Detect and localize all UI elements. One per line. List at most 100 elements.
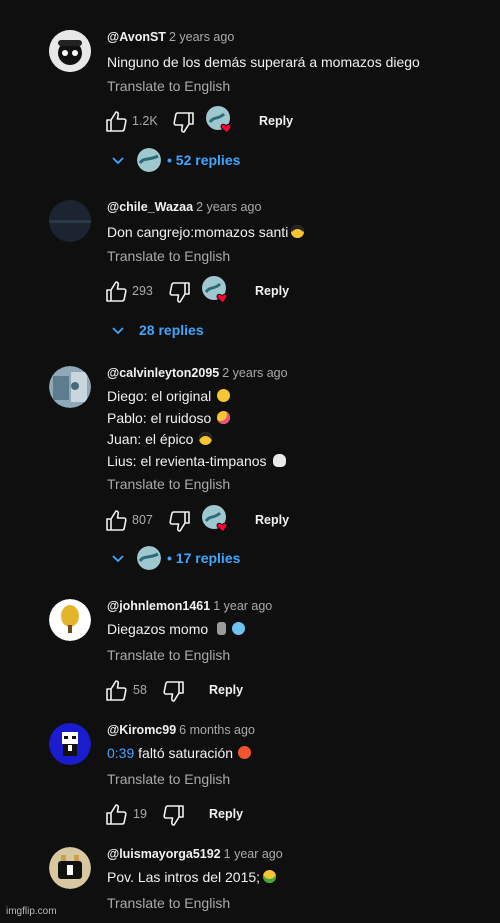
like-icon[interactable] bbox=[104, 509, 128, 533]
comment-item: @johnlemon1461 1 year ago Diegazos momo T… bbox=[0, 599, 500, 704]
comment-meta: @johnlemon1461 1 year ago bbox=[107, 599, 272, 613]
reply-button[interactable]: Reply bbox=[209, 683, 243, 697]
avatar[interactable] bbox=[49, 30, 91, 72]
comment-text: Diegazos momo bbox=[107, 619, 246, 641]
replies-toggle[interactable]: • 17 replies bbox=[110, 546, 360, 570]
dislike-icon[interactable] bbox=[168, 509, 192, 533]
comment-author[interactable]: @Kiromc99 bbox=[107, 723, 176, 737]
chevron-down-icon bbox=[112, 157, 124, 165]
avatar[interactable] bbox=[49, 599, 91, 641]
comment-actions: 19 Reply bbox=[104, 803, 404, 831]
like-count: 807 bbox=[132, 513, 153, 527]
reply-button[interactable]: Reply bbox=[209, 807, 243, 821]
comment-meta: @Kiromc99 6 months ago bbox=[107, 723, 255, 737]
timestamp-link[interactable]: 0:39 bbox=[107, 745, 134, 761]
comment-author[interactable]: @AvonST bbox=[107, 30, 166, 44]
comment-line: Don cangrejo:momazos santi bbox=[107, 222, 305, 244]
replies-toggle[interactable]: • 52 replies bbox=[110, 148, 360, 172]
comment-actions: 58 Reply bbox=[104, 679, 404, 707]
comment-text: Ninguno de los demás superará a momazos … bbox=[107, 52, 420, 74]
dislike-icon[interactable] bbox=[172, 110, 196, 134]
comment-line: 0:39 faltó saturación bbox=[107, 743, 252, 765]
comment-line: Diego: el original bbox=[107, 386, 286, 408]
like-icon[interactable] bbox=[104, 679, 128, 703]
comment-author[interactable]: @johnlemon1461 bbox=[107, 599, 210, 613]
comment-time[interactable]: 6 months ago bbox=[179, 723, 255, 737]
reply-avatar bbox=[137, 148, 161, 172]
reply-avatar bbox=[137, 546, 161, 570]
moai-emoji-icon bbox=[217, 622, 227, 635]
reply-button[interactable]: Reply bbox=[255, 284, 289, 298]
dislike-icon[interactable] bbox=[162, 803, 186, 827]
like-count: 1.2K bbox=[132, 114, 158, 128]
comment-actions: 807 Reply bbox=[104, 505, 404, 537]
comment-author[interactable]: @chile_Wazaa bbox=[107, 200, 193, 214]
comment-item: @AvonST 2 years ago Ninguno de los demás … bbox=[0, 30, 500, 180]
cold-face-emoji-icon bbox=[232, 622, 246, 635]
reply-button[interactable]: Reply bbox=[259, 114, 293, 128]
sunglasses-emoji-icon bbox=[291, 225, 305, 238]
comment-line: Pov. Las intros del 2015; bbox=[107, 867, 277, 889]
comment-text: Diego: el original Pablo: el ruidoso Jua… bbox=[107, 386, 286, 472]
comment-text: Pov. Las intros del 2015; bbox=[107, 867, 277, 889]
comment-actions: 293 Reply bbox=[104, 276, 404, 308]
translate-link[interactable]: Translate to English bbox=[107, 647, 230, 663]
zany-face-emoji-icon bbox=[217, 410, 231, 424]
creator-heart-icon bbox=[202, 276, 228, 304]
like-icon[interactable] bbox=[104, 110, 128, 134]
grinning-emoji-icon bbox=[217, 389, 231, 402]
translate-link[interactable]: Translate to English bbox=[107, 895, 230, 911]
avatar[interactable] bbox=[49, 847, 91, 889]
comment-meta: @chile_Wazaa 2 years ago bbox=[107, 200, 261, 214]
comment-time[interactable]: 1 year ago bbox=[224, 847, 283, 861]
comment-meta: @AvonST 2 years ago bbox=[107, 30, 234, 44]
comment-item: @Kiromc99 6 months ago 0:39 faltó saturac… bbox=[0, 723, 500, 828]
comment-line: Diegazos momo bbox=[107, 619, 246, 641]
comment-time[interactable]: 2 years ago bbox=[196, 200, 261, 214]
comment-line: Juan: el épico bbox=[107, 429, 286, 451]
comment-actions: 1.2K Reply bbox=[104, 106, 404, 138]
creator-heart-icon bbox=[202, 505, 228, 533]
translate-link[interactable]: Translate to English bbox=[107, 78, 230, 94]
money-mouth-emoji-icon bbox=[263, 870, 277, 883]
comment-time[interactable]: 2 years ago bbox=[169, 30, 234, 44]
dislike-icon[interactable] bbox=[168, 280, 192, 304]
comment-author[interactable]: @luismayorga5192 bbox=[107, 847, 221, 861]
comment-item: @chile_Wazaa 2 years ago Don cangrejo:mom… bbox=[0, 200, 500, 340]
replies-count: 28 replies bbox=[139, 322, 204, 338]
comment-line: Lius: el revienta-timpanos bbox=[107, 451, 286, 473]
reply-button[interactable]: Reply bbox=[255, 513, 289, 527]
sunglasses-emoji-icon bbox=[199, 432, 213, 445]
replies-count: • 17 replies bbox=[167, 550, 241, 566]
like-icon[interactable] bbox=[104, 803, 128, 827]
replies-count: • 52 replies bbox=[167, 152, 241, 168]
translate-link[interactable]: Translate to English bbox=[107, 476, 230, 492]
like-icon[interactable] bbox=[104, 280, 128, 304]
avatar[interactable] bbox=[49, 200, 91, 242]
like-count: 19 bbox=[133, 807, 147, 821]
translate-link[interactable]: Translate to English bbox=[107, 248, 230, 264]
comment-text: Don cangrejo:momazos santi bbox=[107, 222, 305, 244]
creator-heart-icon bbox=[206, 106, 232, 134]
replies-toggle[interactable]: 28 replies bbox=[110, 318, 360, 342]
watermark: imgflip.com bbox=[6, 906, 57, 917]
skull-emoji-icon bbox=[272, 453, 286, 467]
avatar[interactable] bbox=[49, 366, 91, 408]
chevron-down-icon bbox=[112, 555, 124, 563]
comment-author[interactable]: @calvinleyton2095 bbox=[107, 366, 219, 380]
avatar[interactable] bbox=[49, 723, 91, 765]
dislike-icon[interactable] bbox=[162, 679, 186, 703]
comment-line: Ninguno de los demás superará a momazos … bbox=[107, 54, 420, 70]
angry-face-emoji-icon bbox=[238, 746, 252, 759]
comment-time[interactable]: 1 year ago bbox=[213, 599, 272, 613]
chevron-down-icon bbox=[112, 327, 124, 335]
comment-text: 0:39 faltó saturación bbox=[107, 743, 252, 765]
comment-meta: @calvinleyton2095 2 years ago bbox=[107, 366, 288, 380]
comment-line: Pablo: el ruidoso bbox=[107, 408, 286, 430]
comment-item: @luismayorga5192 1 year ago Pov. Las intr… bbox=[0, 847, 500, 917]
comment-time[interactable]: 2 years ago bbox=[222, 366, 287, 380]
translate-link[interactable]: Translate to English bbox=[107, 771, 230, 787]
comment-meta: @luismayorga5192 1 year ago bbox=[107, 847, 283, 861]
comment-item: @calvinleyton2095 2 years ago Diego: el o… bbox=[0, 366, 500, 576]
like-count: 58 bbox=[133, 683, 147, 697]
